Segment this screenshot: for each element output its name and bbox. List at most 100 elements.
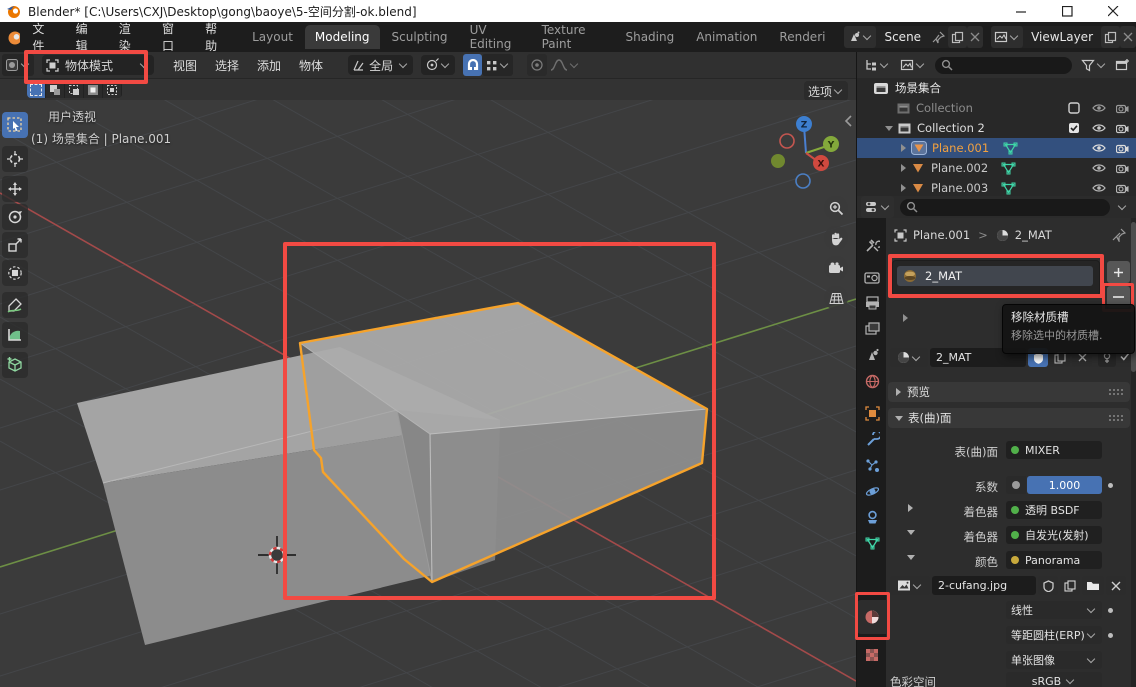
image-copy-button[interactable]: [1060, 576, 1080, 595]
shader1-dropdown[interactable]: 透明 BSDF: [1006, 501, 1102, 519]
tab-view-layer[interactable]: [857, 316, 887, 342]
tab-world[interactable]: [857, 368, 887, 394]
tab-scene[interactable]: [857, 342, 887, 368]
projection-dropdown[interactable]: 等距圆柱(ERP): [1006, 626, 1102, 644]
exclude-checkbox-checked[interactable]: [1068, 122, 1080, 134]
delete-scene-button[interactable]: [967, 26, 983, 48]
snap-toggle-button[interactable]: [463, 54, 482, 76]
new-collection-button[interactable]: [1112, 54, 1133, 76]
breadcrumb-material[interactable]: 2_MAT: [1015, 228, 1052, 242]
app-menu-icon[interactable]: [6, 28, 20, 46]
tab-modeling[interactable]: Modeling: [305, 25, 380, 49]
tab-physics[interactable]: [857, 478, 887, 504]
eye-icon[interactable]: [1092, 143, 1106, 153]
outliner-row-collection[interactable]: Collection: [857, 98, 1136, 118]
panel-preview[interactable]: 预览: [888, 382, 1130, 402]
factor-socket-button[interactable]: [1006, 476, 1026, 494]
tool-select-box[interactable]: [2, 112, 28, 138]
tool-rotate[interactable]: [2, 204, 28, 230]
material-slot-item[interactable]: 2_MAT: [897, 266, 1093, 286]
eye-icon[interactable]: [1092, 103, 1106, 113]
tab-rendering[interactable]: Renderi: [769, 25, 835, 49]
camera-icon[interactable]: [1116, 143, 1129, 154]
tool-move[interactable]: [2, 176, 28, 202]
camera-icon[interactable]: [1116, 183, 1129, 194]
menu-help[interactable]: 帮助: [193, 22, 236, 52]
snap-target-dropdown[interactable]: [482, 54, 513, 76]
select-mode-extend[interactable]: [46, 82, 65, 98]
properties-options-chevron[interactable]: [1118, 202, 1126, 210]
interpolation-dropdown[interactable]: 线性: [1006, 601, 1102, 619]
shader2-dropdown[interactable]: 自发光(发射): [1006, 526, 1102, 544]
panel-grip[interactable]: [1108, 414, 1124, 422]
pan-button[interactable]: [824, 226, 848, 250]
viewport-canvas[interactable]: Z Y X: [0, 100, 856, 687]
proportional-edit-toggle[interactable]: [527, 54, 547, 76]
pivot-point-dropdown[interactable]: [421, 55, 455, 75]
shader1-expand[interactable]: [908, 504, 913, 512]
tab-material[interactable]: [857, 600, 887, 634]
tab-render[interactable]: [857, 264, 887, 290]
menu-view[interactable]: 视图: [164, 57, 206, 74]
outliner-display-mode-button[interactable]: [897, 54, 929, 76]
breadcrumb-object[interactable]: Plane.001: [913, 228, 970, 242]
pin-icon[interactable]: [932, 31, 945, 44]
tab-output[interactable]: [857, 290, 887, 316]
tab-texture[interactable]: [857, 642, 887, 668]
transform-orientation-dropdown[interactable]: 全局: [348, 55, 413, 75]
panel-grip[interactable]: [1108, 388, 1124, 396]
outliner-row-scene-collection[interactable]: 场景集合: [857, 78, 1136, 98]
image-unlink-button[interactable]: [1106, 576, 1126, 595]
tab-layout[interactable]: Layout: [242, 25, 303, 49]
add-material-slot-button[interactable]: [1107, 261, 1130, 283]
properties-editor-type-button[interactable]: [861, 196, 894, 218]
tool-transform[interactable]: [2, 260, 28, 286]
outliner-row-plane-002[interactable]: Plane.002: [857, 158, 1136, 178]
zoom-button[interactable]: [824, 196, 848, 220]
browse-image-button[interactable]: [890, 576, 930, 595]
remove-viewlayer-button[interactable]: [1120, 26, 1136, 48]
image-fake-user-button[interactable]: [1038, 576, 1058, 595]
tab-sculpting[interactable]: Sculpting: [382, 25, 458, 49]
outliner-filter-button[interactable]: [1078, 54, 1110, 76]
minimize-button[interactable]: [998, 0, 1044, 22]
menu-add[interactable]: 添加: [248, 57, 290, 74]
tab-texture-paint[interactable]: Texture Paint: [532, 25, 614, 49]
viewlayer-name[interactable]: ViewLayer: [1023, 30, 1101, 44]
pin-icon[interactable]: [1112, 228, 1126, 242]
slot-expand-arrow[interactable]: [903, 314, 908, 322]
menu-object[interactable]: 物体: [290, 57, 332, 74]
tab-uv-editing[interactable]: UV Editing: [460, 25, 530, 49]
options-dropdown[interactable]: 选项: [804, 81, 848, 101]
shader2-expand[interactable]: [907, 530, 915, 535]
outliner-row-plane-001[interactable]: Plane.001: [857, 138, 1136, 158]
perspective-toggle-button[interactable]: [824, 286, 848, 310]
browse-scene-button[interactable]: [844, 26, 876, 48]
tab-animation[interactable]: Animation: [686, 25, 767, 49]
color-expand[interactable]: [907, 555, 915, 560]
outliner-row-plane-003[interactable]: Plane.003: [857, 178, 1136, 198]
colorspace-dropdown[interactable]: sRGB: [1006, 672, 1102, 687]
browse-viewlayer-button[interactable]: [991, 26, 1023, 48]
new-scene-button[interactable]: [948, 26, 967, 48]
proportional-falloff-dropdown[interactable]: [547, 54, 583, 76]
editor-type-button[interactable]: [2, 54, 34, 76]
menu-edit[interactable]: 编辑: [64, 22, 107, 52]
image-name-field[interactable]: 2-cufang.jpg: [932, 576, 1036, 595]
new-viewlayer-button[interactable]: [1101, 26, 1120, 48]
eye-icon[interactable]: [1092, 163, 1106, 173]
outliner-row-collection-2[interactable]: Collection 2: [857, 118, 1136, 138]
tool-scale[interactable]: [2, 232, 28, 258]
camera-icon[interactable]: [1116, 163, 1129, 174]
tab-shading[interactable]: Shading: [615, 25, 684, 49]
tab-object[interactable]: [857, 400, 887, 426]
color-source-dropdown[interactable]: Panorama: [1006, 551, 1102, 569]
exclude-checkbox[interactable]: [1068, 102, 1080, 114]
eye-icon[interactable]: [1092, 183, 1106, 193]
tab-modifiers[interactable]: [857, 426, 887, 452]
tab-object-data[interactable]: [857, 530, 887, 556]
close-button[interactable]: [1090, 0, 1136, 22]
tool-add-cube[interactable]: [2, 352, 28, 378]
scene-name[interactable]: Scene: [876, 30, 929, 44]
select-mode-set[interactable]: [27, 82, 46, 98]
